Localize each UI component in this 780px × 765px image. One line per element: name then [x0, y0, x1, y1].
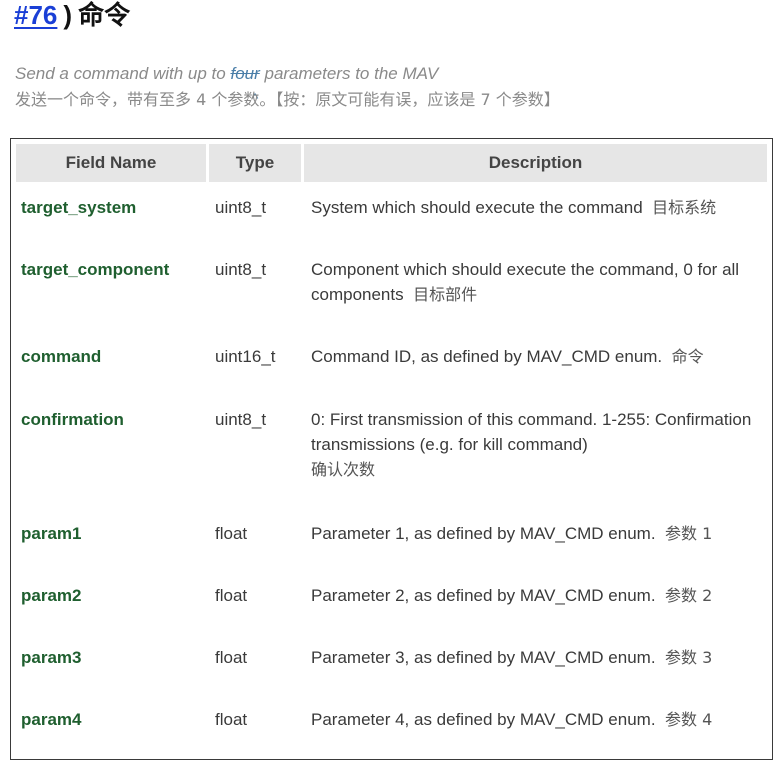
field-type-cell: float: [215, 586, 248, 605]
description-chinese: 目标系统: [652, 198, 717, 217]
field-name-cell: param3: [21, 648, 82, 667]
field-name-cell: target_component: [21, 260, 170, 279]
description-text: 0: First transmission of this command. 1…: [311, 410, 752, 454]
field-description-cell: System which should execute the command …: [311, 195, 761, 220]
field-type-cell: float: [215, 710, 248, 729]
field-description-cell: Component which should execute the comma…: [311, 257, 761, 307]
field-type-cell: uint8_t: [215, 198, 267, 217]
field-type-cell: uint8_t: [215, 260, 267, 279]
header-description: Description: [304, 144, 767, 182]
description-chinese: 参数 3: [665, 648, 713, 667]
header-type: Type: [209, 144, 301, 182]
field-description-cell: Parameter 4, as defined by MAV_CMD enum.…: [311, 707, 761, 732]
field-description-cell: Command ID, as defined by MAV_CMD enum. …: [311, 344, 761, 369]
description-text: Command ID, as defined by MAV_CMD enum.: [311, 347, 663, 366]
description-text: Parameter 2, as defined by MAV_CMD enum.: [311, 586, 656, 605]
struck-word: four: [230, 64, 260, 83]
field-type-cell: uint8_t: [215, 410, 267, 429]
summary-english: Send a command with up to four ^ paramete…: [15, 64, 439, 106]
description-chinese: 参数 4: [665, 710, 713, 729]
field-name-cell: param2: [21, 586, 82, 605]
field-name-cell: param1: [21, 524, 82, 543]
description-text: Parameter 3, as defined by MAV_CMD enum.: [311, 648, 656, 667]
description-text: System which should execute the command: [311, 198, 643, 217]
field-description-cell: Parameter 3, as defined by MAV_CMD enum.…: [311, 645, 761, 670]
field-name-cell: confirmation: [21, 410, 124, 429]
summary-text-after: parameters to the MAV: [259, 64, 439, 83]
description-chinese: 参数 1: [665, 524, 713, 543]
message-anchor-link[interactable]: #76: [14, 0, 57, 30]
description-text: Parameter 4, as defined by MAV_CMD enum.: [311, 710, 656, 729]
description-chinese: 确认次数: [311, 460, 376, 479]
description-chinese: 目标部件: [413, 285, 478, 304]
summary-text-before: Send a command with up to: [15, 64, 231, 83]
field-description-cell: 0: First transmission of this command. 1…: [311, 407, 761, 482]
header-field-name: Field Name: [16, 144, 206, 182]
fields-table: Field Name Type Description target_syste…: [10, 138, 773, 760]
field-name-cell: param4: [21, 710, 82, 729]
field-name-cell: target_system: [21, 198, 137, 217]
heading-paren: ): [63, 0, 73, 30]
description-chinese: 参数 2: [665, 586, 713, 605]
description-text: Parameter 1, as defined by MAV_CMD enum.: [311, 524, 656, 543]
description-text: Component which should execute the comma…: [311, 260, 740, 304]
field-description-cell: Parameter 1, as defined by MAV_CMD enum.…: [311, 521, 761, 546]
message-heading: #76) 命令: [14, 0, 130, 32]
description-chinese: 命令: [671, 347, 704, 366]
summary-chinese: 发送一个命令，带有至多 4 个参数。【按：原文可能有误，应该是 7 个参数】: [15, 90, 560, 109]
field-type-cell: uint16_t: [215, 347, 276, 366]
field-type-cell: float: [215, 524, 248, 543]
field-type-cell: float: [215, 648, 248, 667]
field-description-cell: Parameter 2, as defined by MAV_CMD enum.…: [311, 583, 761, 608]
message-title: 命令: [78, 1, 131, 31]
field-name-cell: command: [21, 347, 102, 366]
